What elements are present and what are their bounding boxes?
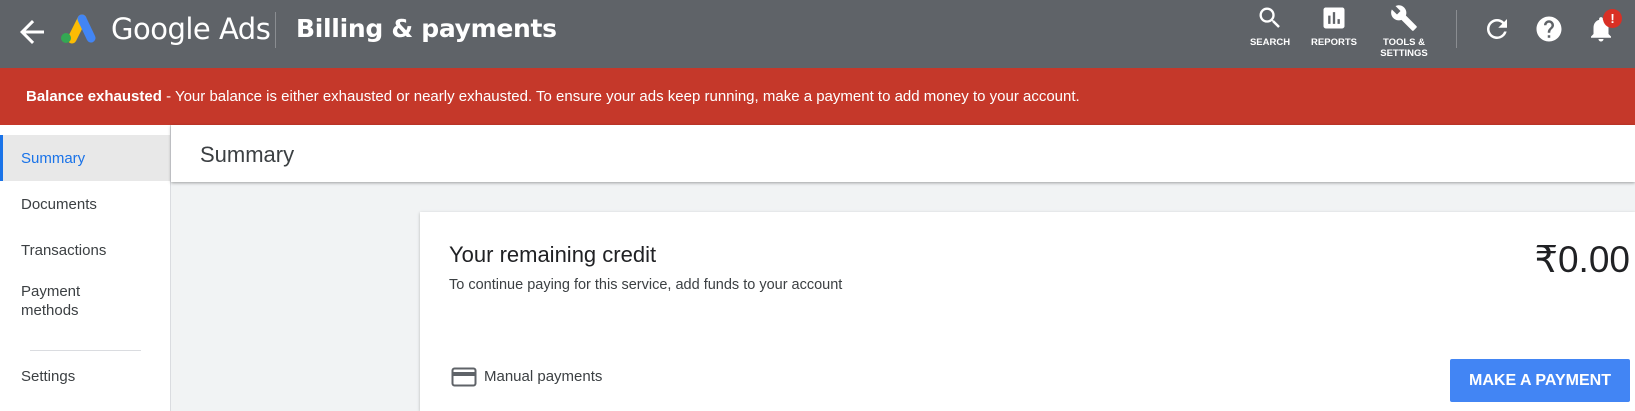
sidebar-item-documents[interactable]: Documents <box>0 181 170 227</box>
search-icon <box>1259 7 1280 28</box>
sidebar-item-label-line2: methods <box>21 302 79 319</box>
wrench-icon <box>1391 5 1417 31</box>
make-payment-button[interactable]: MAKE A PAYMENT <box>1450 359 1630 402</box>
sidebar-item-label-line1: Payment <box>21 283 81 300</box>
google-ads-logo-icon[interactable] <box>58 13 96 45</box>
reports-button[interactable]: REPORTS <box>1305 4 1363 48</box>
card-subtitle: To continue paying for this service, add… <box>449 277 843 293</box>
balance-alert-banner: Balance exhausted - Your balance is eith… <box>0 68 1635 125</box>
header-divider <box>275 12 276 48</box>
sidebar-item-label: Documents <box>21 196 97 213</box>
brand-name: Google Ads <box>111 12 271 46</box>
section-title: Summary <box>200 142 295 167</box>
header-right-divider <box>1456 10 1457 48</box>
reports-label: REPORTS <box>1311 37 1357 48</box>
tools-label-line1: TOOLS & <box>1382 37 1426 48</box>
sidebar-item-payment-methods[interactable]: Payment methods <box>0 275 170 331</box>
sidebar-item-label: Transactions <box>21 242 107 259</box>
alert-title: Balance exhausted <box>26 88 162 105</box>
sidebar-item-label: Summary <box>21 150 86 167</box>
payment-type-label: Manual payments <box>484 368 603 385</box>
tools-label-line2: SETTINGS <box>1380 48 1428 59</box>
search-label: SEARCH <box>1249 37 1291 48</box>
alert-message: - Your balance is either exhausted or ne… <box>161 88 1080 105</box>
page-title: Billing & payments <box>296 14 557 43</box>
sidebar-item-transactions[interactable]: Transactions <box>0 227 170 273</box>
back-arrow-icon[interactable] <box>14 14 50 50</box>
reports-icon <box>1323 7 1345 29</box>
top-bar: Google Ads Billing & payments SEARCH REP… <box>0 0 1635 68</box>
summary-header: Summary <box>171 125 1635 182</box>
sidebar-divider <box>30 350 141 351</box>
credit-card-icon <box>451 367 477 387</box>
refresh-icon[interactable] <box>1482 14 1512 44</box>
credit-amount: ₹0.00 <box>1534 239 1630 280</box>
tools-settings-button[interactable]: TOOLS & SETTINGS <box>1371 4 1437 59</box>
sidebar-item-label: Settings <box>21 368 76 385</box>
sidebar: Summary Documents Transactions Payment m… <box>0 125 171 411</box>
sidebar-item-summary[interactable]: Summary <box>0 135 170 181</box>
remaining-credit-card: Your remaining credit To continue paying… <box>420 212 1635 411</box>
sidebar-item-settings[interactable]: Settings <box>0 353 170 399</box>
help-icon[interactable] <box>1534 14 1564 44</box>
search-button[interactable]: SEARCH <box>1241 4 1299 48</box>
card-title: Your remaining credit <box>449 242 657 267</box>
notification-badge: ! <box>1603 9 1622 28</box>
